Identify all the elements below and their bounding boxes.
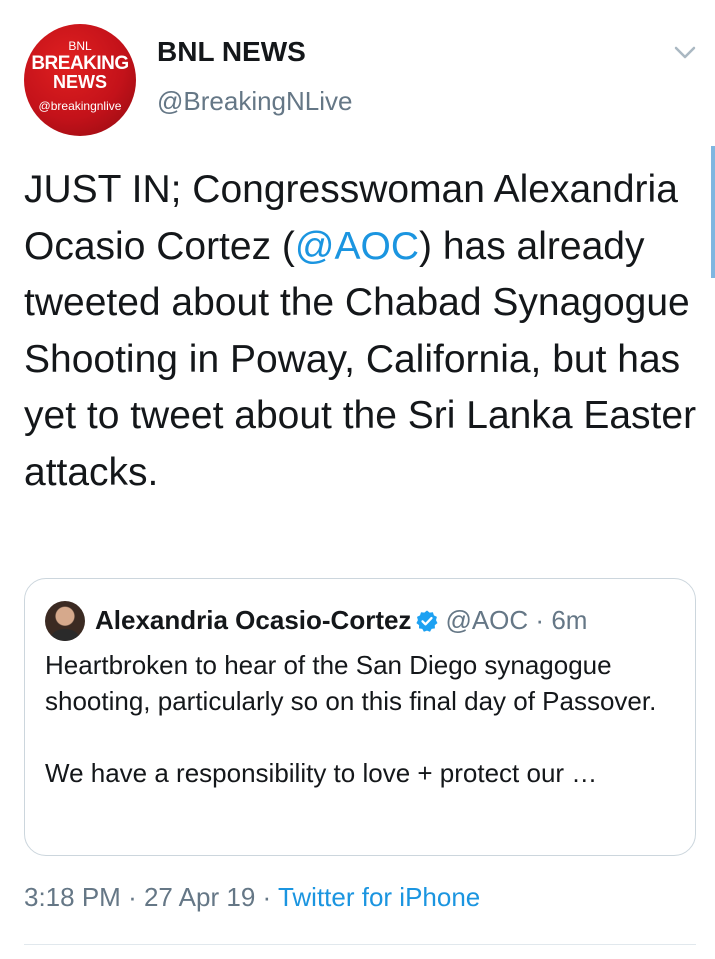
meta-separator-1: · xyxy=(128,882,137,912)
quoted-tweet-header: Alexandria Ocasio-Cortez @AOC · 6m xyxy=(95,603,587,641)
tweet-text: JUST IN; Congresswoman Alexandria Ocasio… xyxy=(24,162,700,501)
quoted-author-avatar[interactable] xyxy=(45,601,85,641)
scrollbar[interactable] xyxy=(711,146,715,278)
quoted-paragraph-2: We have a responsibility to love + prote… xyxy=(45,758,598,788)
tweet-date[interactable]: 27 Apr 19 xyxy=(144,882,255,912)
quoted-author-name[interactable]: Alexandria Ocasio-Cortez xyxy=(95,605,411,635)
quoted-tweet-text: Heartbroken to hear of the San Diego syn… xyxy=(45,647,685,791)
author-avatar[interactable]: BNL BREAKING NEWS @breakingnlive xyxy=(24,24,136,136)
quoted-paragraph-1: Heartbroken to hear of the San Diego syn… xyxy=(45,650,657,716)
author-name[interactable]: BNL NEWS xyxy=(157,36,306,68)
quoted-author-handle[interactable]: @AOC xyxy=(445,605,528,635)
meta-separator-2: · xyxy=(262,882,272,912)
tweet-metadata: 3:18 PM · 27 Apr 19 · Twitter for iPhone xyxy=(24,882,480,913)
divider xyxy=(24,944,696,945)
mention-link[interactable]: @AOC xyxy=(295,225,419,268)
avatar-text-news: NEWS xyxy=(53,72,107,92)
avatar-text-handle: @breakingnlive xyxy=(38,99,122,113)
tweet-client-link[interactable]: Twitter for iPhone xyxy=(278,882,480,912)
author-handle[interactable]: @BreakingNLive xyxy=(157,86,352,117)
quoted-timestamp[interactable]: 6m xyxy=(551,605,587,635)
avatar-text-bnl: BNL xyxy=(68,39,92,53)
quoted-tweet[interactable]: Alexandria Ocasio-Cortez @AOC · 6m Heartb… xyxy=(24,578,696,856)
quoted-separator: · xyxy=(535,605,545,635)
tweet-time[interactable]: 3:18 PM xyxy=(24,882,121,912)
tweet-detail: BNL BREAKING NEWS @breakingnlive BNL NEW… xyxy=(0,0,715,959)
chevron-down-icon[interactable] xyxy=(670,40,700,64)
verified-badge-icon xyxy=(415,607,439,641)
